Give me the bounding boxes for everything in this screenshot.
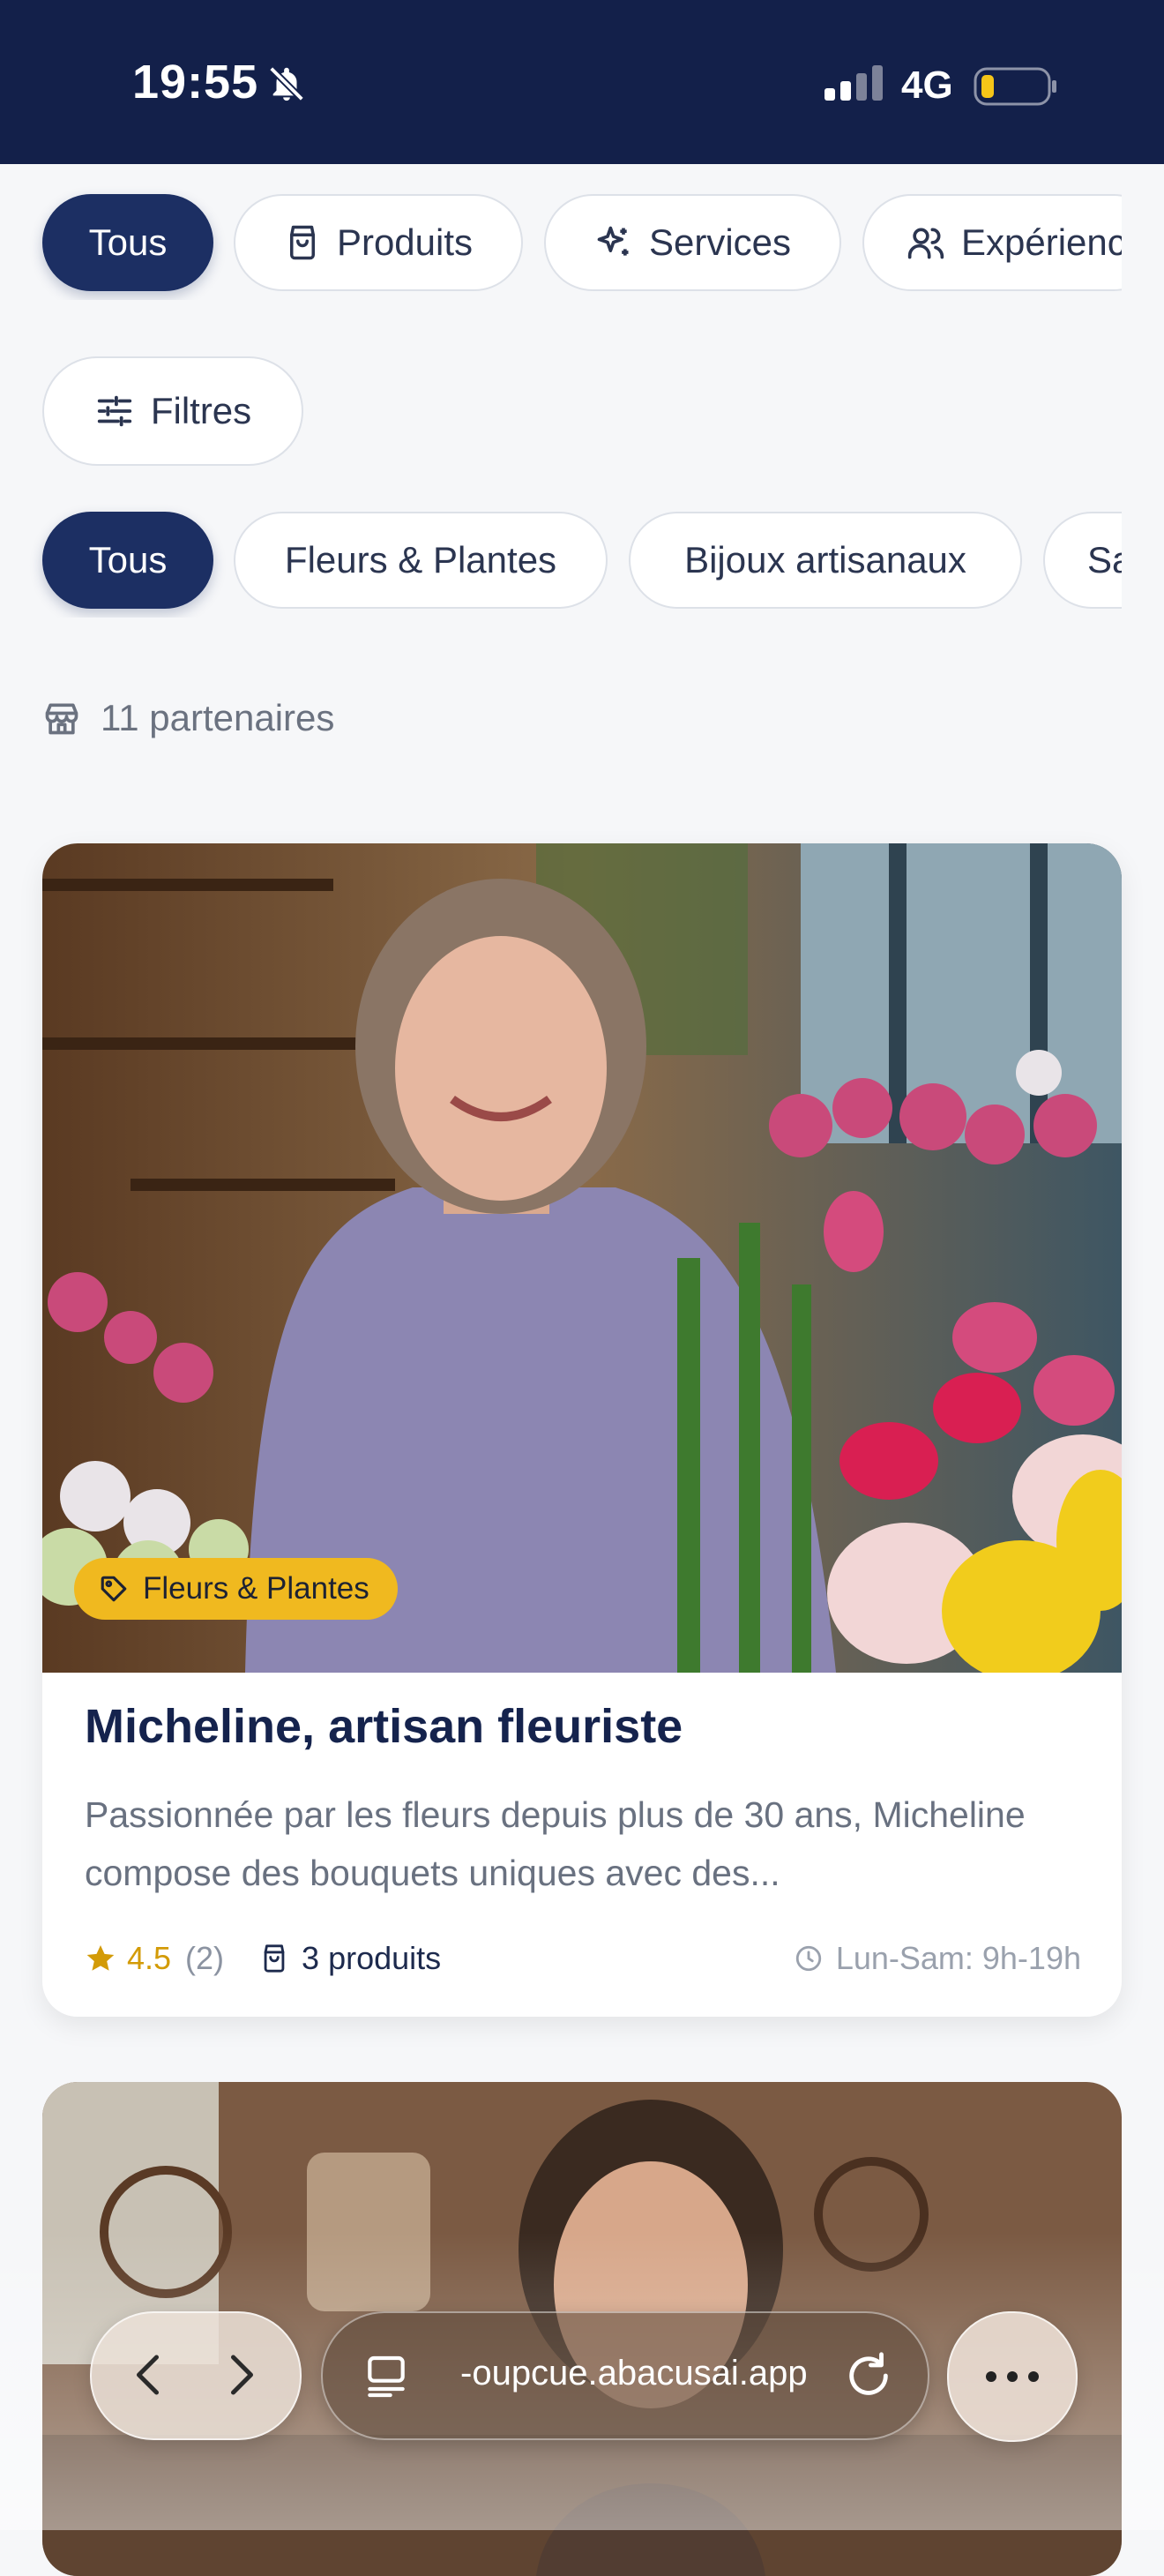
category-tous[interactable]: Tous	[42, 512, 213, 609]
tab-label: Services	[648, 221, 792, 263]
category-fleurs-plantes[interactable]: Fleurs & Plantes	[234, 512, 608, 609]
back-button[interactable]	[123, 2348, 176, 2401]
products-count: 3 produits	[302, 1940, 442, 1976]
status-time: 19:55	[132, 56, 259, 109]
chevron-left-icon	[137, 2355, 159, 2395]
reload-button[interactable]	[843, 2350, 894, 2401]
partner-hours: Lun-Sam: 9h-19h	[794, 1940, 1081, 1977]
users-icon	[907, 223, 945, 262]
filters-label: Filtres	[150, 390, 252, 431]
hours-label: Lun-Sam: 9h-19h	[835, 1940, 1081, 1976]
rating-count: (2)	[185, 1940, 225, 1976]
network-type: 4G	[901, 64, 953, 107]
partner-meta: 4.5 (2) 3 produits Lun-Sam: 9h-19h	[85, 1934, 1081, 1983]
partner-products: 3 produits	[259, 1940, 441, 1977]
shopping-bag-icon	[259, 1943, 289, 1973]
tab-label: Produits	[336, 221, 474, 263]
bell-muted-icon	[266, 64, 307, 104]
battery-icon	[974, 67, 1058, 106]
category-label: Bijoux artisanaux	[684, 539, 966, 580]
category-label: Tous	[88, 539, 168, 580]
url-text: -oupcue.abacusai.app	[460, 2354, 808, 2393]
sliders-icon	[94, 391, 135, 431]
rating-value: 4.5	[127, 1940, 172, 1976]
category-label: Fleurs & Plantes	[284, 539, 557, 580]
nav-controls	[90, 2311, 302, 2440]
clock-icon	[794, 1943, 824, 1973]
url-bar[interactable]: -oupcue.abacusai.app	[321, 2311, 929, 2440]
type-tabs: Tous Produits Services Expérienc	[0, 185, 1122, 300]
tag-icon	[99, 1574, 129, 1604]
category-bijoux-artisanaux[interactable]: Bijoux artisanaux	[629, 512, 1022, 609]
badge-label: Fleurs & Plantes	[143, 1571, 369, 1606]
tab-produits[interactable]: Produits	[234, 194, 523, 291]
partner-description: Passionnée par les fleurs depuis plus de…	[85, 1794, 1026, 1893]
partner-card[interactable]: Fleurs & Plantes Micheline, artisan fleu…	[42, 843, 1122, 2017]
filters-button[interactable]: Filtres	[42, 356, 303, 466]
signal-icon	[824, 65, 883, 101]
category-badge: Fleurs & Plantes	[74, 1558, 398, 1620]
chevron-right-icon	[231, 2355, 253, 2395]
tab-experiences[interactable]: Expérienc	[862, 194, 1122, 291]
status-bar: 19:55 4G	[0, 0, 1164, 164]
store-icon	[42, 699, 81, 738]
more-button[interactable]	[947, 2311, 1078, 2442]
tab-services[interactable]: Services	[544, 194, 841, 291]
partner-name: Micheline, artisan fleuriste	[85, 1700, 683, 1753]
partners-count: 11 partenaires	[42, 697, 334, 739]
page-icon	[362, 2352, 411, 2401]
category-tabs: Tous Fleurs & Plantes Bijoux artisanaux …	[0, 503, 1122, 618]
sparkles-icon	[594, 223, 633, 262]
tab-tous[interactable]: Tous	[42, 194, 213, 291]
partners-count-label: 11 partenaires	[101, 697, 335, 738]
tab-label: Tous	[88, 221, 168, 263]
reload-icon	[849, 2352, 888, 2395]
tab-label: Expérienc	[961, 221, 1122, 263]
shopping-bag-icon	[284, 224, 321, 261]
partner-rating: 4.5 (2)	[85, 1940, 224, 1977]
more-icon	[986, 2371, 1039, 2382]
star-icon	[85, 1943, 116, 1974]
category-more[interactable]: Sa	[1043, 512, 1122, 609]
partner-photo: Fleurs & Plantes	[42, 843, 1122, 1673]
forward-button[interactable]	[213, 2348, 266, 2401]
category-label: Sa	[1087, 539, 1122, 580]
